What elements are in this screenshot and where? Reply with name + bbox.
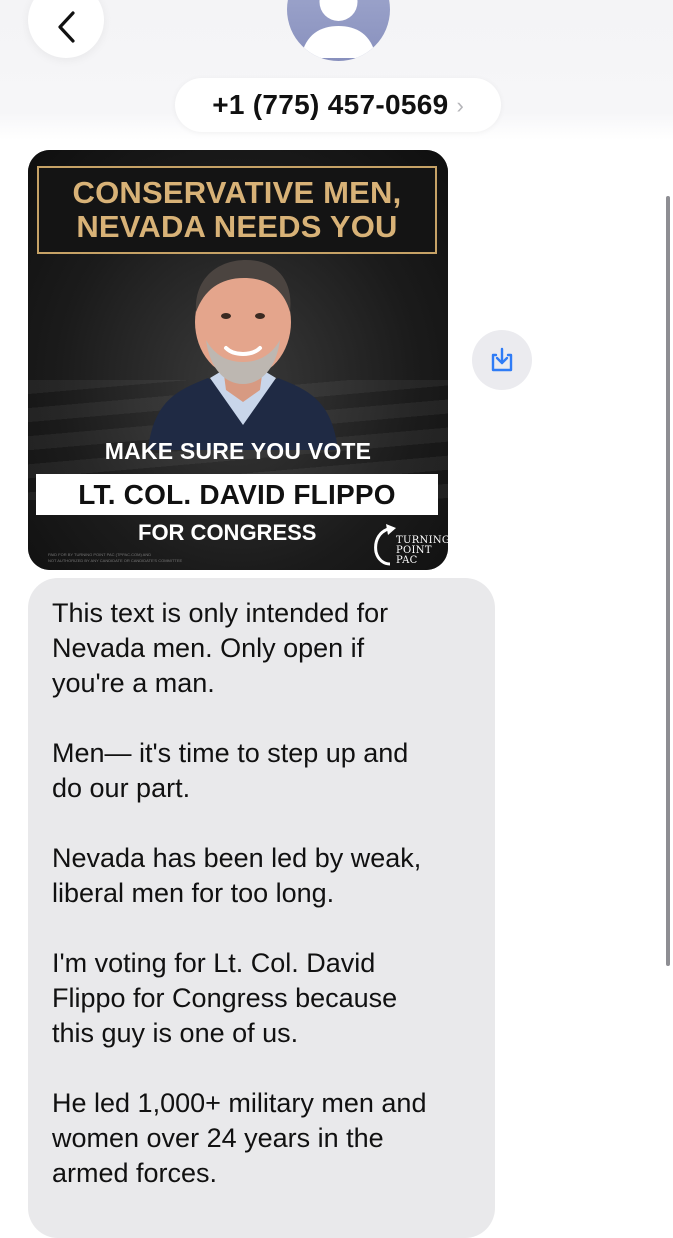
ad-disclaimer: PAID FOR BY TURNING POINT PAC (TPPAC.COM… [48,552,268,564]
message-text: This text is only intended for Nevada me… [52,598,427,1188]
scrollbar[interactable] [666,196,670,966]
ad-candidate-name: LT. COL. DAVID FLIPPO [78,478,396,510]
ad-headline-line2: NEVADA NEEDS YOU [76,209,398,244]
message-bubble[interactable]: This text is only intended for Nevada me… [28,578,495,1238]
ad-name-bar: LT. COL. DAVID FLIPPO [36,474,438,515]
ad-for-congress: FOR CONGRESS [138,520,317,545]
save-image-button[interactable] [472,330,532,390]
ad-make-sure-text: MAKE SURE YOU VOTE [104,438,372,464]
logo-line2: POINT PAC [396,545,432,566]
contact-number: +1 (775) 457-0569 [212,89,449,120]
logo-text: TURNING POINT PAC [396,536,448,566]
image-attachment[interactable]: CONSERVATIVE MEN, NEVADA NEEDS YOU MAKE … [28,150,448,570]
chevron-right-icon: › [456,93,464,118]
candidate-portrait [148,260,338,450]
save-download-icon [491,347,513,372]
ad-headline: CONSERVATIVE MEN, NEVADA NEEDS YOU [37,166,437,254]
chevron-left-icon [58,11,75,43]
disclaimer-line2: NOT AUTHORIZED BY ANY CANDIDATE OR CANDI… [48,558,183,563]
contact-name-pill[interactable]: +1 (775) 457-0569 › [175,78,501,132]
turning-point-logo: TURNING POINT PAC [370,522,448,566]
ad-headline-line1: CONSERVATIVE MEN, [72,175,402,210]
